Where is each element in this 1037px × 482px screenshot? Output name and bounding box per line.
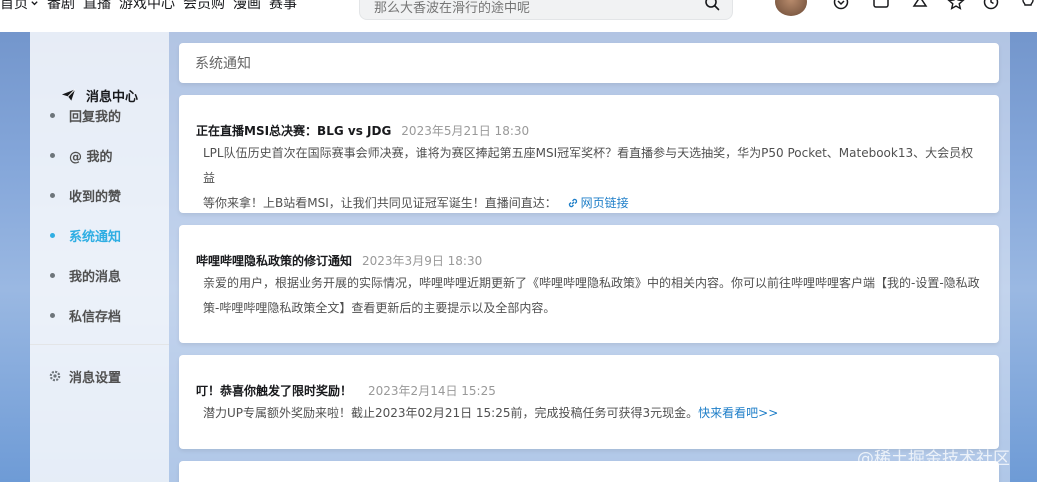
notification-time: 2023年5月21日 18:30 xyxy=(401,124,530,138)
notification-title: 叮！恭喜你触发了限时奖励！ xyxy=(196,384,353,398)
sidebar-item-label: 私信存档 xyxy=(69,309,122,325)
nav-link-mall[interactable]: 会员购 xyxy=(183,0,225,13)
notification-text-line-with-link: 潜力UP专属额外奖励来啦！截止2023年02月21日 15:25前，完成投稿任务… xyxy=(203,401,983,426)
notification-text-line-with-link: 等你来拿！上B站看MSI，让我们共同见证冠军诞生！直播间直达： 网页链接 xyxy=(203,191,983,216)
sidebar-item-replies[interactable]: 回复我的 xyxy=(50,104,160,126)
sidebar-item-label: 系统通知 xyxy=(69,229,122,245)
bullet-dot-icon xyxy=(50,192,55,198)
sidebar-title: 消息中心 xyxy=(30,84,169,106)
gear-icon xyxy=(49,370,61,382)
nav-home[interactable]: 首页 xyxy=(0,0,39,13)
see-more-link[interactable]: 快来看看吧>> xyxy=(698,406,778,420)
nav-link-game-center[interactable]: 游戏中心 xyxy=(119,0,175,13)
nav-links: 首页 番剧 直播 游戏中心 会员购 漫画 赛事 xyxy=(0,0,297,13)
sidebar-item-likes[interactable]: 收到的赞 xyxy=(50,184,160,206)
notification-card: 哔哩哔哩隐私政策的修订通知 2023年3月9日 18:30 亲爱的用户，根据业务… xyxy=(179,225,999,343)
sidebar-settings-label: 消息设置 xyxy=(69,370,122,386)
sidebar-title-label: 消息中心 xyxy=(85,89,138,105)
notification-header: 叮！恭喜你触发了限时奖励！ 2023年2月14日 15:25 xyxy=(196,382,496,399)
dynamic-icon[interactable] xyxy=(911,0,929,10)
notification-card: 正在直播MSI总决赛：BLG vs JDG 2023年5月21日 18:30 L… xyxy=(179,95,999,213)
notification-text-line: 亲爱的用户，根据业务开展的实际情况，哔哩哔哩近期更新了《哔哩哔哩隐私政策》中的相… xyxy=(203,276,980,290)
sidebar-item-private-archive[interactable]: 私信存档 xyxy=(50,304,160,326)
top-navigation-bar: 首页 番剧 直播 游戏中心 会员购 漫画 赛事 xyxy=(0,0,1037,32)
creation-bulb-icon[interactable] xyxy=(1019,0,1037,10)
sidebar-item-label: 收到的赞 xyxy=(69,189,122,205)
notification-header: 哔哩哔哩隐私政策的修订通知 2023年3月9日 18:30 xyxy=(196,252,482,269)
notification-text-line: 策-哔哩哔哩隐私政策全文】查看更新后的主要提示以及全部内容。 xyxy=(203,301,556,315)
notification-body: 亲爱的用户，根据业务开展的实际情况，哔哩哔哩近期更新了《哔哩哔哩隐私政策》中的相… xyxy=(203,271,983,321)
notification-time: 2023年3月9日 18:30 xyxy=(362,254,483,268)
nav-link-manga[interactable]: 漫画 xyxy=(233,0,261,13)
paper-plane-icon xyxy=(61,89,76,101)
web-link[interactable]: 网页链接 xyxy=(581,196,629,210)
bullet-dot-icon xyxy=(50,112,55,118)
bullet-dot-icon xyxy=(50,272,55,278)
avatar[interactable] xyxy=(775,0,807,16)
nav-home-label: 首页 xyxy=(0,0,28,12)
page-title-card: 系统通知 xyxy=(179,43,999,83)
watermark: @稀土掘金技术社区 xyxy=(857,449,1010,469)
message-icon[interactable] xyxy=(872,0,890,10)
notification-text-line: LPL队伍历史首次在国际赛事会师决赛，谁将为赛区捧起第五座MSI冠军奖杯？看直播… xyxy=(203,146,974,185)
bullet-dot-icon xyxy=(50,312,55,318)
sidebar-item-mentions[interactable]: @ 我的 xyxy=(50,144,160,166)
history-clock-icon[interactable] xyxy=(982,0,1000,10)
search-icon[interactable] xyxy=(704,0,720,11)
sidebar-item-system-notifications[interactable]: 系统通知 xyxy=(50,224,160,246)
favorite-star-icon[interactable] xyxy=(947,0,965,10)
notification-header: 正在直播MSI总决赛：BLG vs JDG 2023年5月21日 18:30 xyxy=(196,122,529,139)
nav-link-anime[interactable]: 番剧 xyxy=(47,0,75,13)
notification-body: LPL队伍历史首次在国际赛事会师决赛，谁将为赛区捧起第五座MSI冠军奖杯？看直播… xyxy=(203,141,983,216)
nav-link-live[interactable]: 直播 xyxy=(83,0,111,13)
notification-card: 叮！恭喜你触发了限时奖励！ 2023年2月14日 15:25 潜力UP专属额外奖… xyxy=(179,355,999,449)
search-box xyxy=(359,0,733,20)
bullet-dot-icon xyxy=(50,232,55,238)
sidebar: 消息中心 回复我的 @ 我的 收到的赞 系统通知 我的消息 私信存档 xyxy=(30,32,169,482)
sidebar-item-label: @ 我的 xyxy=(69,149,113,165)
search-input[interactable] xyxy=(374,0,674,17)
chevron-down-icon xyxy=(31,0,38,5)
link-chain-icon xyxy=(568,198,577,208)
sidebar-item-message-settings[interactable]: 消息设置 xyxy=(49,365,121,387)
notification-title: 哔哩哔哩隐私政策的修订通知 xyxy=(196,254,353,268)
page-title: 系统通知 xyxy=(195,56,251,72)
big-member-icon[interactable] xyxy=(832,0,850,10)
notification-time: 2023年2月14日 15:25 xyxy=(368,384,496,398)
notification-body: 潜力UP专属额外奖励来啦！截止2023年02月21日 15:25前，完成投稿任务… xyxy=(203,401,983,426)
bullet-dot-icon xyxy=(50,152,55,158)
sidebar-divider xyxy=(30,344,169,345)
nav-link-esports[interactable]: 赛事 xyxy=(269,0,297,13)
sidebar-item-label: 回复我的 xyxy=(69,109,122,125)
sidebar-item-label: 我的消息 xyxy=(69,269,122,285)
sidebar-item-my-messages[interactable]: 我的消息 xyxy=(50,264,160,286)
notification-title: 正在直播MSI总决赛：BLG vs JDG xyxy=(196,124,392,138)
notification-text: 潜力UP专属额外奖励来啦！截止2023年02月21日 15:25前，完成投稿任务… xyxy=(203,406,699,420)
notification-text: 等你来拿！上B站看MSI，让我们共同见证冠军诞生！直播间直达： xyxy=(203,196,557,210)
